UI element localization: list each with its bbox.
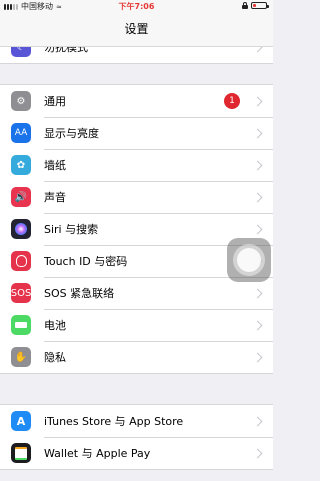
chevron-right-icon bbox=[252, 416, 263, 426]
assistive-touch-ring bbox=[233, 244, 265, 276]
wallpaper-flower-icon: ✿ bbox=[11, 155, 31, 175]
settings-group-store: AiTunes Store 与 App Store Wallet 与 Apple … bbox=[0, 404, 273, 470]
app-store-icon: A bbox=[11, 411, 31, 431]
settings-group-main: ⚙ 通用 1 AA 显示与亮度 ✿ 墙纸 🔊 声音 Siri 与搜索 Touch ID 与密码 SOS… bbox=[0, 84, 273, 374]
setting-row[interactable]: ✋ 隐私 bbox=[0, 341, 273, 373]
speaker-icon: 🔊 bbox=[11, 187, 31, 207]
setting-row[interactable]: 电池 bbox=[0, 309, 273, 341]
status-time: 下午7:06 bbox=[118, 2, 155, 11]
assistive-touch-core bbox=[237, 248, 261, 272]
setting-label: 显示与亮度 bbox=[44, 127, 99, 140]
setting-label: 声音 bbox=[44, 191, 66, 204]
setting-row[interactable]: Wallet 与 Apple Pay bbox=[0, 437, 273, 469]
setting-row[interactable]: SOS SOS 紧急联络 bbox=[0, 277, 273, 309]
orientation-lock-icon bbox=[242, 2, 248, 9]
siri-icon bbox=[11, 219, 31, 239]
status-right bbox=[242, 2, 269, 9]
chevron-right-icon bbox=[252, 96, 263, 106]
status-bar: 中国移动 ≈ 下午7:06 bbox=[0, 0, 273, 12]
chevron-right-icon bbox=[252, 224, 263, 234]
setting-label: SOS 紧急联络 bbox=[44, 287, 115, 300]
assistive-touch-button[interactable] bbox=[227, 238, 271, 282]
setting-label: 隐私 bbox=[44, 351, 66, 364]
setting-label: 通用 bbox=[44, 95, 66, 108]
battery-icon bbox=[11, 315, 31, 335]
setting-row[interactable]: ⚙ 通用 1 bbox=[0, 85, 273, 117]
nav-bar: 设置 bbox=[0, 12, 273, 47]
setting-row[interactable]: 🔊 声音 bbox=[0, 181, 273, 213]
setting-row[interactable]: AA 显示与亮度 bbox=[0, 117, 273, 149]
setting-label: Touch ID 与密码 bbox=[44, 255, 128, 268]
chevron-right-icon bbox=[252, 192, 263, 202]
chevron-right-icon bbox=[252, 288, 263, 298]
sos-icon: SOS bbox=[11, 283, 31, 303]
setting-row[interactable]: ✿ 墙纸 bbox=[0, 149, 273, 181]
setting-row[interactable]: AiTunes Store 与 App Store bbox=[0, 405, 273, 437]
setting-label: Siri 与搜索 bbox=[44, 223, 99, 236]
wallet-icon bbox=[11, 443, 31, 463]
chevron-right-icon bbox=[252, 448, 263, 458]
setting-label: 墙纸 bbox=[44, 159, 66, 172]
chevron-right-icon bbox=[252, 320, 263, 330]
chevron-right-icon bbox=[252, 160, 263, 170]
hand-icon: ✋ bbox=[11, 347, 31, 367]
page-title: 设置 bbox=[124, 22, 149, 36]
notification-badge: 1 bbox=[224, 93, 240, 109]
setting-label: 电池 bbox=[44, 319, 66, 332]
gear-icon: ⚙ bbox=[11, 91, 31, 111]
battery-fill bbox=[253, 4, 256, 7]
chevron-right-icon bbox=[252, 128, 263, 138]
fingerprint-icon bbox=[11, 251, 31, 271]
display-brightness-icon: AA bbox=[11, 123, 31, 143]
chevron-right-icon bbox=[252, 352, 263, 362]
setting-label: Wallet 与 Apple Pay bbox=[44, 447, 151, 460]
battery-indicator-icon bbox=[251, 2, 269, 9]
setting-label: iTunes Store 与 App Store bbox=[44, 415, 184, 428]
